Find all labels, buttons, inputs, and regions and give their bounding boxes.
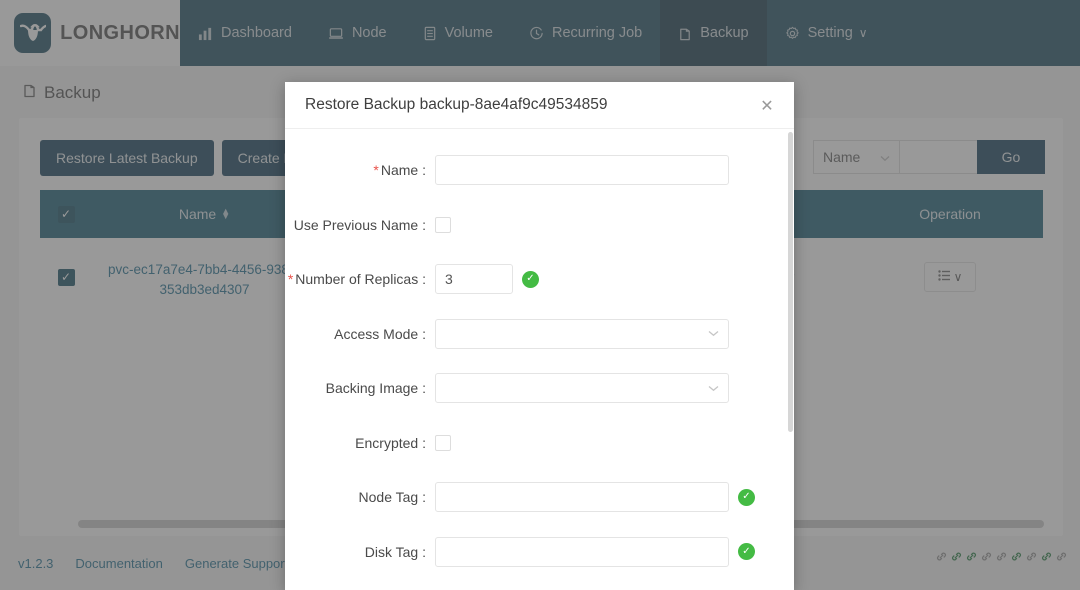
- node-tag-input[interactable]: [435, 482, 729, 513]
- field-row-encrypted: Encrypted :: [285, 416, 794, 471]
- label-colon: :: [418, 271, 426, 288]
- field-control-name: [435, 155, 729, 186]
- modal-vertical-scrollbar[interactable]: [788, 132, 793, 432]
- field-row-node-tag: Node Tag : ✓: [285, 470, 794, 525]
- field-label-name: * Name :: [285, 162, 435, 178]
- chevron-down-icon: [708, 330, 719, 337]
- field-row-access-mode: Access Mode :: [285, 307, 794, 362]
- label-text: Name: [380, 162, 419, 179]
- field-control-access-mode: [435, 318, 729, 349]
- modal-header: Restore Backup backup-8ae4af9c49534859 ✕: [285, 82, 794, 129]
- field-row-disk-tag: Disk Tag : ✓: [285, 525, 794, 580]
- label-colon: :: [418, 162, 426, 179]
- field-control-use-previous-name: [435, 216, 451, 233]
- restore-backup-modal: Restore Backup backup-8ae4af9c49534859 ✕…: [285, 82, 794, 590]
- field-label-backing-image: Backing Image :: [285, 380, 435, 396]
- field-control-encrypted: [435, 434, 451, 451]
- label-text: Disk Tag: [364, 543, 419, 560]
- label-text: Use Previous Name: [293, 216, 419, 233]
- app-root: LONGHORN Dashboard Node: [0, 0, 1080, 590]
- valid-check-icon: ✓: [738, 543, 755, 561]
- field-label-access-mode: Access Mode :: [285, 326, 435, 342]
- label-colon: :: [418, 543, 426, 560]
- field-row-name: * Name :: [285, 143, 794, 198]
- required-asterisk: *: [373, 162, 379, 179]
- label-colon: :: [418, 325, 426, 342]
- field-row-backing-image: Backing Image :: [285, 361, 794, 416]
- label-text: Backing Image: [325, 380, 419, 397]
- field-control-node-tag: ✓: [435, 482, 755, 513]
- access-mode-select[interactable]: [435, 318, 729, 349]
- label-colon: :: [418, 380, 426, 397]
- label-colon: :: [418, 434, 426, 451]
- disk-tag-input[interactable]: [435, 536, 729, 567]
- field-label-node-tag: Node Tag :: [285, 489, 435, 505]
- field-label-disk-tag: Disk Tag :: [285, 544, 435, 560]
- label-colon: :: [418, 489, 426, 506]
- label-colon: :: [418, 216, 426, 233]
- modal-title: Restore Backup backup-8ae4af9c49534859: [305, 96, 608, 113]
- valid-check-icon: ✓: [738, 488, 755, 506]
- field-control-disk-tag: ✓: [435, 536, 755, 567]
- label-text: Node Tag: [358, 489, 419, 506]
- encrypted-checkbox[interactable]: [435, 434, 451, 451]
- number-of-replicas-input[interactable]: [435, 264, 513, 295]
- modal-body: * Name : Use Previous Name : * Number of R…: [285, 129, 794, 590]
- close-icon[interactable]: ✕: [756, 95, 778, 117]
- valid-check-icon: ✓: [522, 270, 539, 288]
- backing-image-select[interactable]: [435, 373, 729, 404]
- field-control-backing-image: [435, 373, 729, 404]
- field-label-number-of-replicas: * Number of Replicas :: [285, 271, 435, 287]
- required-asterisk: *: [287, 271, 294, 288]
- label-text: Number of Replicas: [295, 271, 419, 288]
- name-input[interactable]: [435, 155, 729, 186]
- use-previous-name-checkbox[interactable]: [435, 216, 451, 233]
- field-label-use-previous-name: Use Previous Name :: [285, 217, 435, 233]
- field-control-number-of-replicas: ✓: [435, 264, 539, 295]
- label-text: Access Mode: [334, 325, 419, 342]
- field-label-encrypted: Encrypted :: [285, 435, 435, 451]
- field-row-number-of-replicas: *Number of Replicas : ✓: [285, 252, 794, 307]
- chevron-down-icon: [708, 385, 719, 392]
- label-text: Encrypted: [355, 434, 419, 451]
- field-row-use-previous-name: Use Previous Name :: [285, 198, 794, 253]
